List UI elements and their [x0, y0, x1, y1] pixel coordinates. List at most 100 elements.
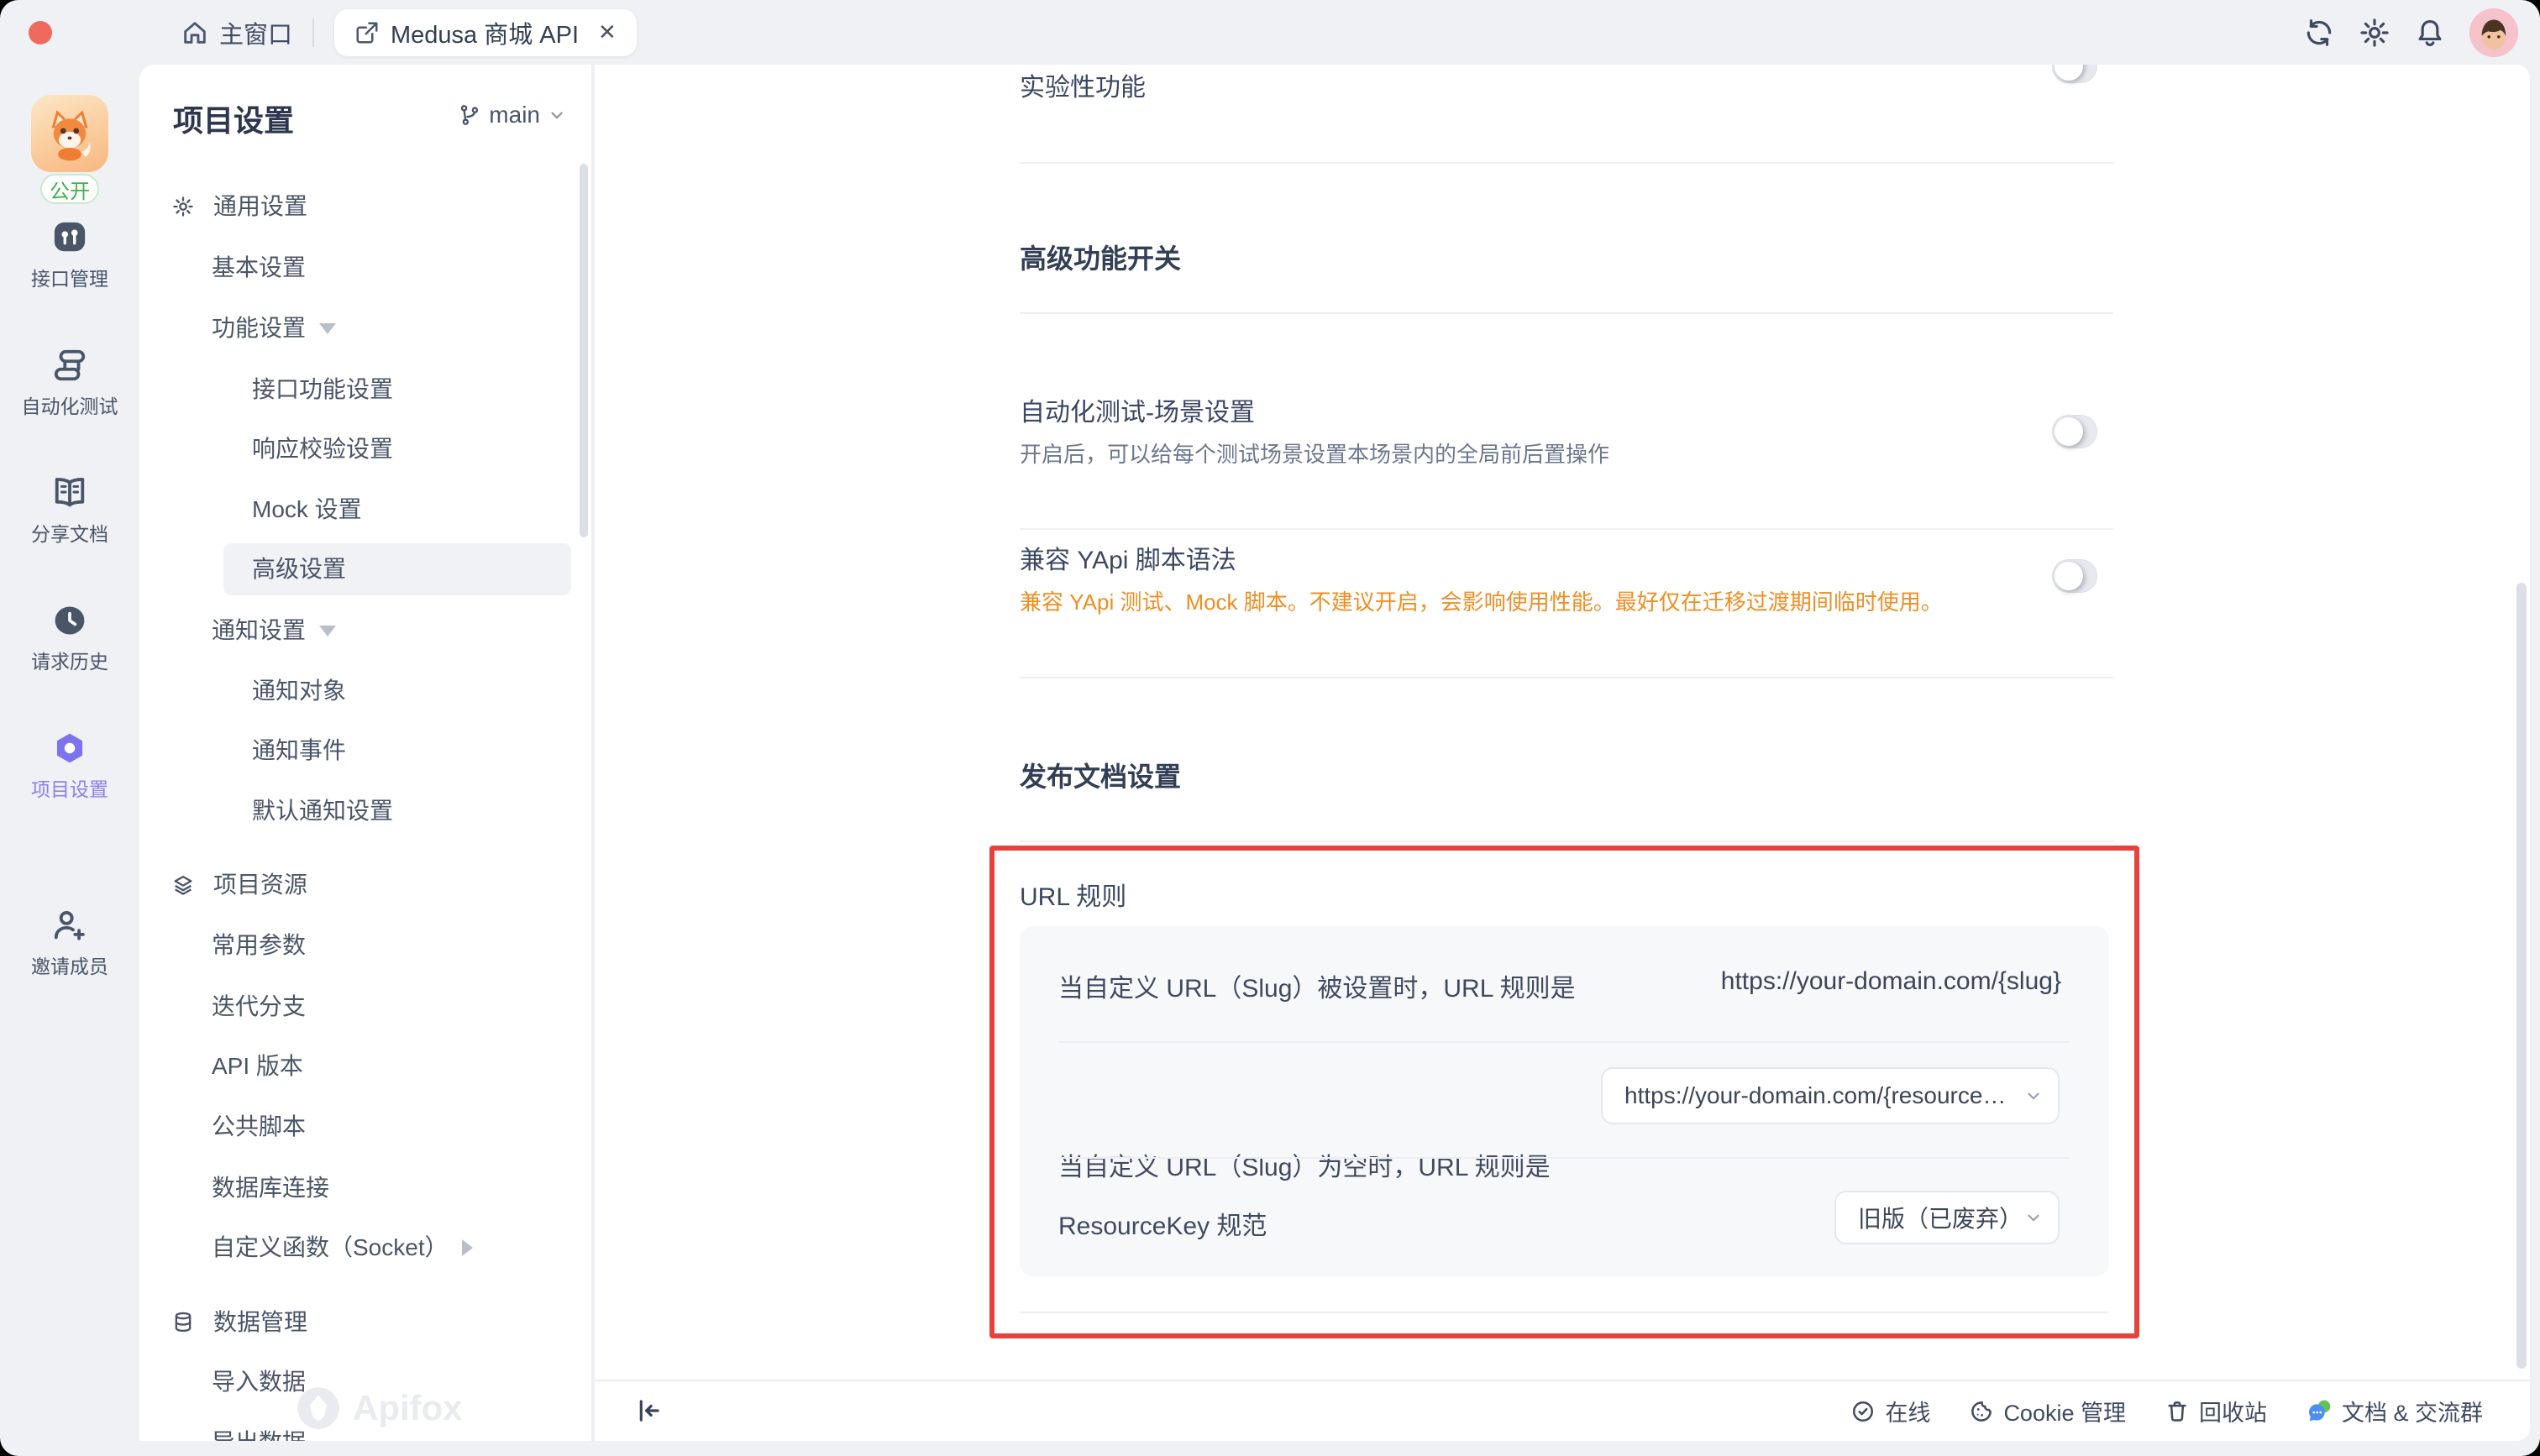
api-management-icon	[50, 220, 89, 255]
bell-icon[interactable]	[2414, 17, 2446, 49]
sidebar-item-label: 导入数据	[212, 1369, 307, 1395]
rail-item-label: 项目设置	[31, 778, 108, 800]
online-status[interactable]: 在线	[1850, 1395, 1930, 1427]
scene-settings-toggle[interactable]	[2052, 415, 2097, 448]
tab-main-window-label: 主窗口	[219, 21, 293, 49]
rail-item-request-history[interactable]: 请求历史	[0, 603, 139, 674]
cookie-manager-label: Cookie 管理	[2003, 1401, 2126, 1426]
recycle-bin-label: 回收站	[2198, 1401, 2267, 1426]
experimental-toggle[interactable]	[2052, 65, 2097, 83]
sidebar-item[interactable]: 基本设置	[139, 242, 571, 294]
chevron-down-icon	[2024, 1208, 2043, 1227]
app-window: 主窗口 Medusa 商城 API ✕ 公开 接口管理 自动化测试 分享文档 请…	[0, 0, 2540, 1456]
user-avatar[interactable]	[2469, 8, 2518, 57]
docs-community[interactable]: 文档 & 交流群	[2306, 1395, 2483, 1427]
sidebar-item-label: 公共脚本	[212, 1113, 307, 1139]
sidebar-item-label: 通知设置	[212, 617, 307, 643]
slug-empty-rule-value: https://your-domain.com/{resource…	[1624, 1082, 2007, 1108]
sidebar-item-label: 功能设置	[212, 315, 307, 341]
apifox-watermark-logo-icon	[296, 1385, 341, 1431]
sidebar-item-label: Mock 设置	[252, 496, 362, 522]
rail-item-api-management[interactable]: 接口管理	[0, 220, 139, 291]
recycle-bin[interactable]: 回收站	[2165, 1395, 2267, 1427]
sidebar-item-label: 迭代分支	[212, 993, 307, 1019]
branch-icon	[458, 103, 481, 127]
slug-set-rule-label: 当自定义 URL（Slug）被设置时，URL 规则是	[1058, 975, 1576, 1003]
sidebar-item-label: 项目资源	[213, 872, 308, 898]
tab-project-active[interactable]: Medusa 商城 API ✕	[334, 8, 637, 56]
layers-icon	[171, 873, 195, 897]
sidebar-item[interactable]: 通用设置	[139, 181, 571, 233]
rail-item-auto-test[interactable]: 自动化测试	[0, 348, 139, 419]
rail-item-label: 请求历史	[31, 651, 108, 673]
scene-settings-desc: 开启后，可以给每个测试场景设置本场景内的全局前后置操作	[1020, 442, 1610, 467]
branch-selector[interactable]: main	[458, 102, 566, 128]
sidebar-item[interactable]: 常用参数	[139, 919, 571, 972]
sidebar-item-label: 响应校验设置	[252, 436, 394, 462]
sidebar-item-label: 默认通知设置	[252, 798, 394, 824]
gear-icon	[171, 195, 195, 218]
sidebar-item[interactable]: 数据库连接	[139, 1162, 571, 1214]
rail-item-project-settings[interactable]: 项目设置	[0, 731, 139, 802]
sidebar-item[interactable]: 默认通知设置	[139, 785, 571, 837]
sidebar-item[interactable]: Mock 设置	[139, 484, 571, 536]
branch-name: main	[489, 102, 540, 128]
yapi-compat-toggle[interactable]	[2052, 559, 2097, 593]
rail-item-label: 邀请成员	[31, 956, 108, 977]
sidebar-item[interactable]: 功能设置	[139, 302, 571, 354]
sidebar-item[interactable]: 自定义函数（Socket）	[139, 1222, 571, 1274]
close-tab-icon[interactable]: ✕	[598, 19, 617, 45]
publish-docs-header: 发布文档设置	[1020, 762, 1182, 792]
sidebar-item[interactable]: 通知设置	[139, 605, 571, 657]
auto-test-icon	[50, 348, 89, 383]
sync-icon[interactable]	[2303, 17, 2335, 49]
resourcekey-spec-value: 旧版（已废弃）	[1858, 1206, 2023, 1232]
scene-settings-title: 自动化测试-场景设置	[1020, 399, 1255, 427]
sidebar-item[interactable]: 通知事件	[139, 725, 571, 777]
book-icon	[50, 475, 89, 511]
slug-empty-rule-label: 当自定义 URL（Slug）为空时，URL 规则是	[1058, 1154, 1551, 1181]
sidebar-item-label: 导出数据	[212, 1417, 306, 1441]
sidebar-item[interactable]: API 版本	[139, 1040, 571, 1092]
slug-empty-rule-select[interactable]: https://your-domain.com/{resource…	[1601, 1067, 2060, 1124]
bottom-bar: 在线 Cookie 管理 回收站 文档 & 交流群	[595, 1380, 2530, 1441]
sidebar-item-label: 基本设置	[212, 254, 307, 280]
sidebar-item[interactable]: 公共脚本	[139, 1101, 571, 1153]
sidebar-item[interactable]: 数据管理	[139, 1296, 571, 1349]
collapse-sidebar-icon[interactable]	[632, 1395, 664, 1427]
sidebar-item-label: 通用设置	[213, 193, 308, 219]
sidebar-item[interactable]: 通知对象	[139, 665, 571, 717]
slug-set-rule-value: https://your-domain.com/{slug}	[1720, 967, 2061, 995]
sidebar-item[interactable]: 高级设置	[223, 543, 571, 595]
sidebar-item-label: 自定义函数（Socket）	[212, 1234, 449, 1260]
rail-item-invite-members[interactable]: 邀请成员	[0, 908, 139, 979]
sidebar-item[interactable]: 项目资源	[139, 859, 571, 911]
apifox-watermark-text: Apifox	[353, 1388, 463, 1427]
sidebar-item[interactable]: 响应校验设置	[139, 423, 571, 475]
minimize-window-button[interactable]	[63, 21, 87, 45]
settings-content: 实验性功能 高级功能开关 自动化测试-场景设置 开启后，可以给每个测试场景设置本…	[595, 65, 2530, 1441]
settings-sidebar: 项目设置 main 通用设置 基本设置 功能设置 接口功能设置 响应校验设置 Mock 设…	[139, 65, 593, 1441]
zoom-window-button[interactable]	[97, 21, 121, 45]
chevron-down-icon	[548, 106, 566, 124]
close-window-button[interactable]	[29, 21, 52, 45]
content-scrollbar[interactable]	[2516, 583, 2527, 1369]
sidebar-item[interactable]: 迭代分支	[139, 981, 571, 1033]
resourcekey-spec-select[interactable]: 旧版（已废弃）	[1834, 1191, 2060, 1244]
clock-icon	[51, 603, 88, 638]
home-icon	[181, 18, 209, 47]
yapi-compat-warning: 兼容 YApi 测试、Mock 脚本。不建议开启，会影响使用性能。最好仅在迁移过…	[1020, 589, 1943, 615]
tab-main-window[interactable]: 主窗口	[181, 15, 292, 50]
resourcekey-spec-label: ResourceKey 规范	[1058, 1212, 1267, 1240]
gear-icon[interactable]	[2359, 17, 2390, 49]
chevron-down-icon	[2024, 1087, 2043, 1105]
rail-item-label: 接口管理	[31, 268, 108, 290]
sidebar-scrollbar[interactable]	[580, 164, 588, 537]
sidebar-item[interactable]: 接口功能设置	[139, 364, 571, 416]
project-logo[interactable]	[31, 95, 108, 172]
cookie-manager[interactable]: Cookie 管理	[1969, 1395, 2126, 1427]
yapi-compat-title: 兼容 YApi 脚本语法	[1020, 547, 1236, 574]
rail-item-share-docs[interactable]: 分享文档	[0, 475, 139, 547]
sidebar-item-label: 高级设置	[252, 556, 347, 582]
url-rules-title: URL 规则	[1020, 883, 1127, 911]
